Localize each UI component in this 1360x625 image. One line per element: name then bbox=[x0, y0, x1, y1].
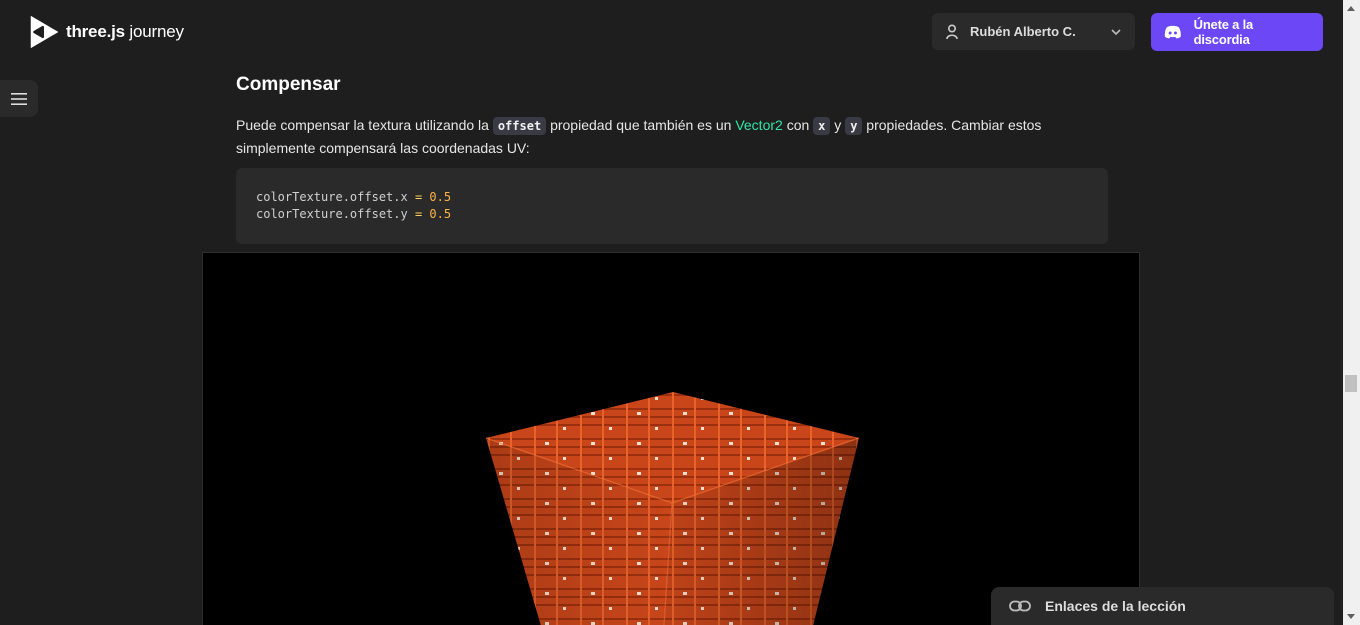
lesson-links-panel[interactable]: Enlaces de la lección bbox=[991, 587, 1334, 625]
inline-code-offset: offset bbox=[492, 117, 547, 135]
section-paragraph: Puede compensar la textura utilizando la… bbox=[236, 117, 1042, 156]
scroll-down-arrow-icon[interactable] bbox=[1347, 614, 1355, 619]
scroll-up-arrow-icon[interactable] bbox=[1347, 6, 1355, 11]
lesson-content: Compensar Puede compensar la textura uti… bbox=[236, 70, 1108, 159]
inline-code-y: y bbox=[845, 117, 863, 135]
threejs-logo-icon bbox=[30, 16, 58, 48]
logo-text: three.js journey bbox=[66, 22, 184, 41]
user-icon bbox=[946, 23, 958, 39]
join-discord-button[interactable]: Únete a la discordia bbox=[1151, 13, 1323, 51]
user-name: Rubén Alberto C. bbox=[970, 24, 1076, 39]
discord-label: Únete a la discordia bbox=[1193, 17, 1254, 47]
user-menu-button[interactable]: Rubén Alberto C. bbox=[932, 13, 1135, 50]
vector2-link[interactable]: Vector2 bbox=[735, 117, 782, 133]
site-logo[interactable]: three.js journey bbox=[30, 16, 184, 48]
inline-code-x: x bbox=[813, 117, 831, 135]
discord-icon bbox=[1164, 25, 1181, 39]
sidebar-toggle-button[interactable] bbox=[0, 80, 38, 117]
code-line: colorTexture.offset.x = 0.5 bbox=[256, 190, 452, 204]
hamburger-menu-icon bbox=[11, 92, 27, 105]
textured-cube bbox=[485, 392, 860, 625]
scroll-thumb[interactable] bbox=[1345, 375, 1357, 392]
chevron-down-icon bbox=[1111, 28, 1121, 35]
page-scrollbar[interactable] bbox=[1343, 0, 1360, 625]
link-icon bbox=[1009, 600, 1031, 612]
links-panel-label: Enlaces de la lección bbox=[1045, 598, 1186, 614]
code-block[interactable]: colorTexture.offset.x = 0.5 colorTexture… bbox=[236, 168, 1108, 244]
section-title: Compensar bbox=[236, 74, 341, 95]
top-header: three.js journey Rubén Alberto C. Únete … bbox=[0, 0, 1343, 64]
webgl-canvas[interactable] bbox=[202, 252, 1140, 625]
code-line: colorTexture.offset.y = 0.5 bbox=[256, 207, 452, 221]
